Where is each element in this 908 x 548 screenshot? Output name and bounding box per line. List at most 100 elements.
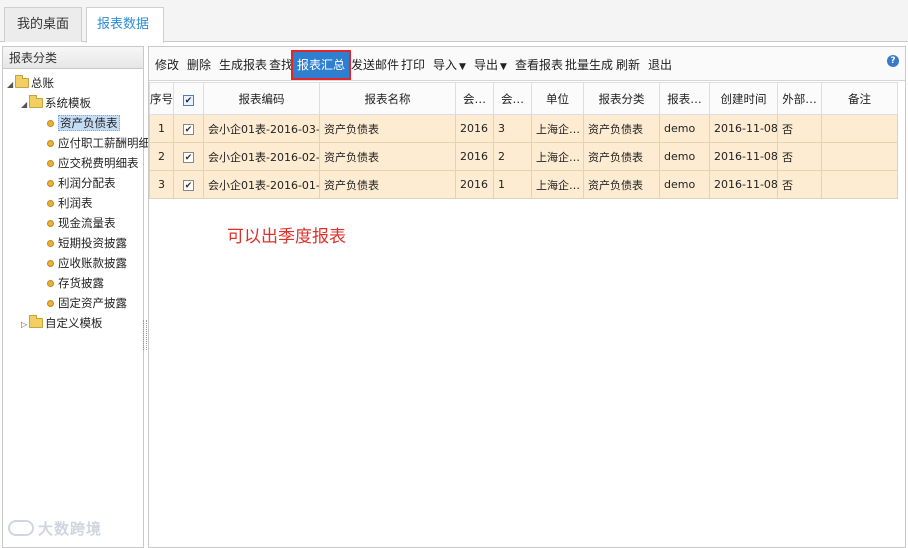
panel-title: 报表分类: [3, 47, 143, 69]
report-icon: [47, 300, 54, 307]
cell-select[interactable]: ✔: [173, 114, 204, 143]
tree-label: 总账: [31, 76, 54, 90]
dropdown-caret-icon: ▼: [500, 62, 507, 72]
cell-select[interactable]: ✔: [173, 170, 204, 199]
cell-select[interactable]: ✔: [173, 142, 204, 171]
col-header-created[interactable]: 创建时间: [709, 82, 778, 115]
cell-unit: 上海企…: [531, 170, 584, 199]
cell-code: 会小企01表-2016-03-01: [203, 114, 320, 143]
report-icon: [47, 240, 54, 247]
col-header-name[interactable]: 报表名称: [319, 82, 456, 115]
tree-item-payroll[interactable]: 应付职工薪酬明细表: [47, 133, 162, 153]
batch-generate-button[interactable]: 批量生成: [565, 56, 613, 74]
tree-item-fixed-assets[interactable]: 固定资产披露: [47, 293, 127, 313]
cell-period: 3: [493, 114, 532, 143]
tree-item-short-investment[interactable]: 短期投资披露: [47, 233, 127, 253]
exit-button[interactable]: 退出: [648, 56, 672, 74]
row-checkbox[interactable]: ✔: [183, 180, 194, 191]
expand-arrow-icon[interactable]: ◢: [7, 75, 15, 95]
cell-year: 2016: [455, 142, 494, 171]
report-summary-button[interactable]: 报表汇总: [291, 50, 352, 80]
cell-creator: demo: [659, 142, 710, 171]
print-button[interactable]: 打印: [401, 56, 425, 74]
cell-no: 2: [149, 142, 174, 171]
tree-item-inventory[interactable]: 存货披露: [47, 273, 104, 293]
tree-item-receivables[interactable]: 应收账款披露: [47, 253, 127, 273]
tree-item-balance-sheet[interactable]: 资产负债表: [47, 113, 120, 133]
col-header-external[interactable]: 外部…: [777, 82, 822, 115]
tree-item-income[interactable]: 利润表: [47, 193, 93, 213]
folder-icon: [29, 315, 43, 328]
dropdown-caret-icon: ▼: [459, 62, 466, 72]
tab-bar: 我的桌面 报表数据×: [0, 0, 908, 64]
expand-arrow-icon[interactable]: ◢: [21, 95, 29, 115]
table-row[interactable]: 2 ✔ 会小企01表-2016-02-01 资产负债表 2016 2 上海企… …: [149, 142, 898, 171]
report-icon: [47, 220, 54, 227]
collapsed-arrow-icon[interactable]: ▷: [21, 315, 29, 335]
tree-label: 短期投资披露: [58, 236, 127, 250]
tree-node-custom-templates[interactable]: ▷ 自定义模板: [21, 313, 103, 333]
edit-button[interactable]: 修改: [155, 56, 179, 74]
import-button[interactable]: 导入 ▼: [433, 56, 466, 74]
tree-label: 系统模板: [45, 96, 91, 110]
report-icon: [47, 180, 54, 187]
delete-button[interactable]: 删除: [187, 56, 211, 74]
col-header-creator[interactable]: 报表…: [659, 82, 710, 115]
col-header-period[interactable]: 会…: [493, 82, 532, 115]
report-icon: [47, 160, 54, 167]
tree-item-profit-distribution[interactable]: 利润分配表: [47, 173, 116, 193]
cell-creator: demo: [659, 114, 710, 143]
cell-creator: demo: [659, 170, 710, 199]
tree-label: 应收账款披露: [58, 256, 127, 270]
col-header-select[interactable]: ✔: [173, 82, 204, 115]
export-label: 导出: [474, 58, 499, 72]
col-header-code[interactable]: 报表编码: [203, 82, 320, 115]
send-email-button[interactable]: 发送邮件: [351, 56, 399, 74]
find-button[interactable]: 查找: [269, 56, 293, 74]
row-checkbox[interactable]: ✔: [183, 152, 194, 163]
tree-node-system-templates[interactable]: ◢ 系统模板: [21, 93, 91, 113]
cell-note: [821, 170, 898, 199]
row-checkbox[interactable]: ✔: [183, 124, 194, 135]
tab-report-data[interactable]: 报表数据×: [86, 7, 164, 64]
cell-period: 2: [493, 142, 532, 171]
tab-my-desktop[interactable]: 我的桌面: [4, 7, 82, 42]
cell-external: 否: [777, 114, 822, 143]
refresh-button[interactable]: 刷新: [616, 56, 640, 74]
export-button[interactable]: 导出 ▼: [474, 56, 507, 74]
generate-report-button[interactable]: 生成报表: [219, 56, 267, 74]
help-icon[interactable]: ?: [887, 55, 899, 67]
report-list-panel: 修改 删除 生成报表 查找 报表汇总 发送邮件 打印 导入 ▼ 导出 ▼ 查看报表 …: [148, 46, 906, 548]
report-icon: [47, 280, 54, 287]
watermark: 大数跨境: [8, 518, 102, 539]
col-header-category[interactable]: 报表分类: [583, 82, 660, 115]
col-header-unit[interactable]: 单位: [531, 82, 584, 115]
view-report-button[interactable]: 查看报表: [515, 56, 563, 74]
watermark-logo-icon: [8, 520, 34, 536]
cell-external: 否: [777, 142, 822, 171]
tab-label: 报表数据: [97, 17, 150, 32]
tree-label: 资产负债表: [58, 115, 120, 131]
panel-splitter[interactable]: [143, 320, 147, 350]
tree-node-root[interactable]: ◢ 总账: [7, 73, 54, 93]
tree-item-cash-flow[interactable]: 现金流量表: [47, 213, 116, 233]
cell-note: [821, 114, 898, 143]
tree-label: 现金流量表: [58, 216, 116, 230]
tree-label: 利润分配表: [58, 176, 116, 190]
watermark-text: 大数跨境: [38, 520, 103, 538]
tree-label: 应交税费明细表: [58, 156, 139, 170]
import-label: 导入: [433, 58, 458, 72]
cell-year: 2016: [455, 170, 494, 199]
tree-item-tax[interactable]: 应交税费明细表: [47, 153, 139, 173]
folder-icon: [29, 95, 43, 108]
table-row[interactable]: 3 ✔ 会小企01表-2016-01-01 资产负债表 2016 1 上海企… …: [149, 170, 898, 199]
col-header-no[interactable]: 序号: [149, 82, 174, 115]
select-all-checkbox[interactable]: ✔: [183, 94, 194, 106]
col-header-year[interactable]: 会…: [455, 82, 494, 115]
tree-label: 应付职工薪酬明细表: [58, 136, 162, 150]
report-icon: [47, 120, 54, 127]
col-header-note[interactable]: 备注: [821, 82, 898, 115]
cell-category: 资产负债表: [583, 142, 660, 171]
table-row[interactable]: 1 ✔ 会小企01表-2016-03-01 资产负债表 2016 3 上海企… …: [149, 114, 898, 143]
cell-external: 否: [777, 170, 822, 199]
